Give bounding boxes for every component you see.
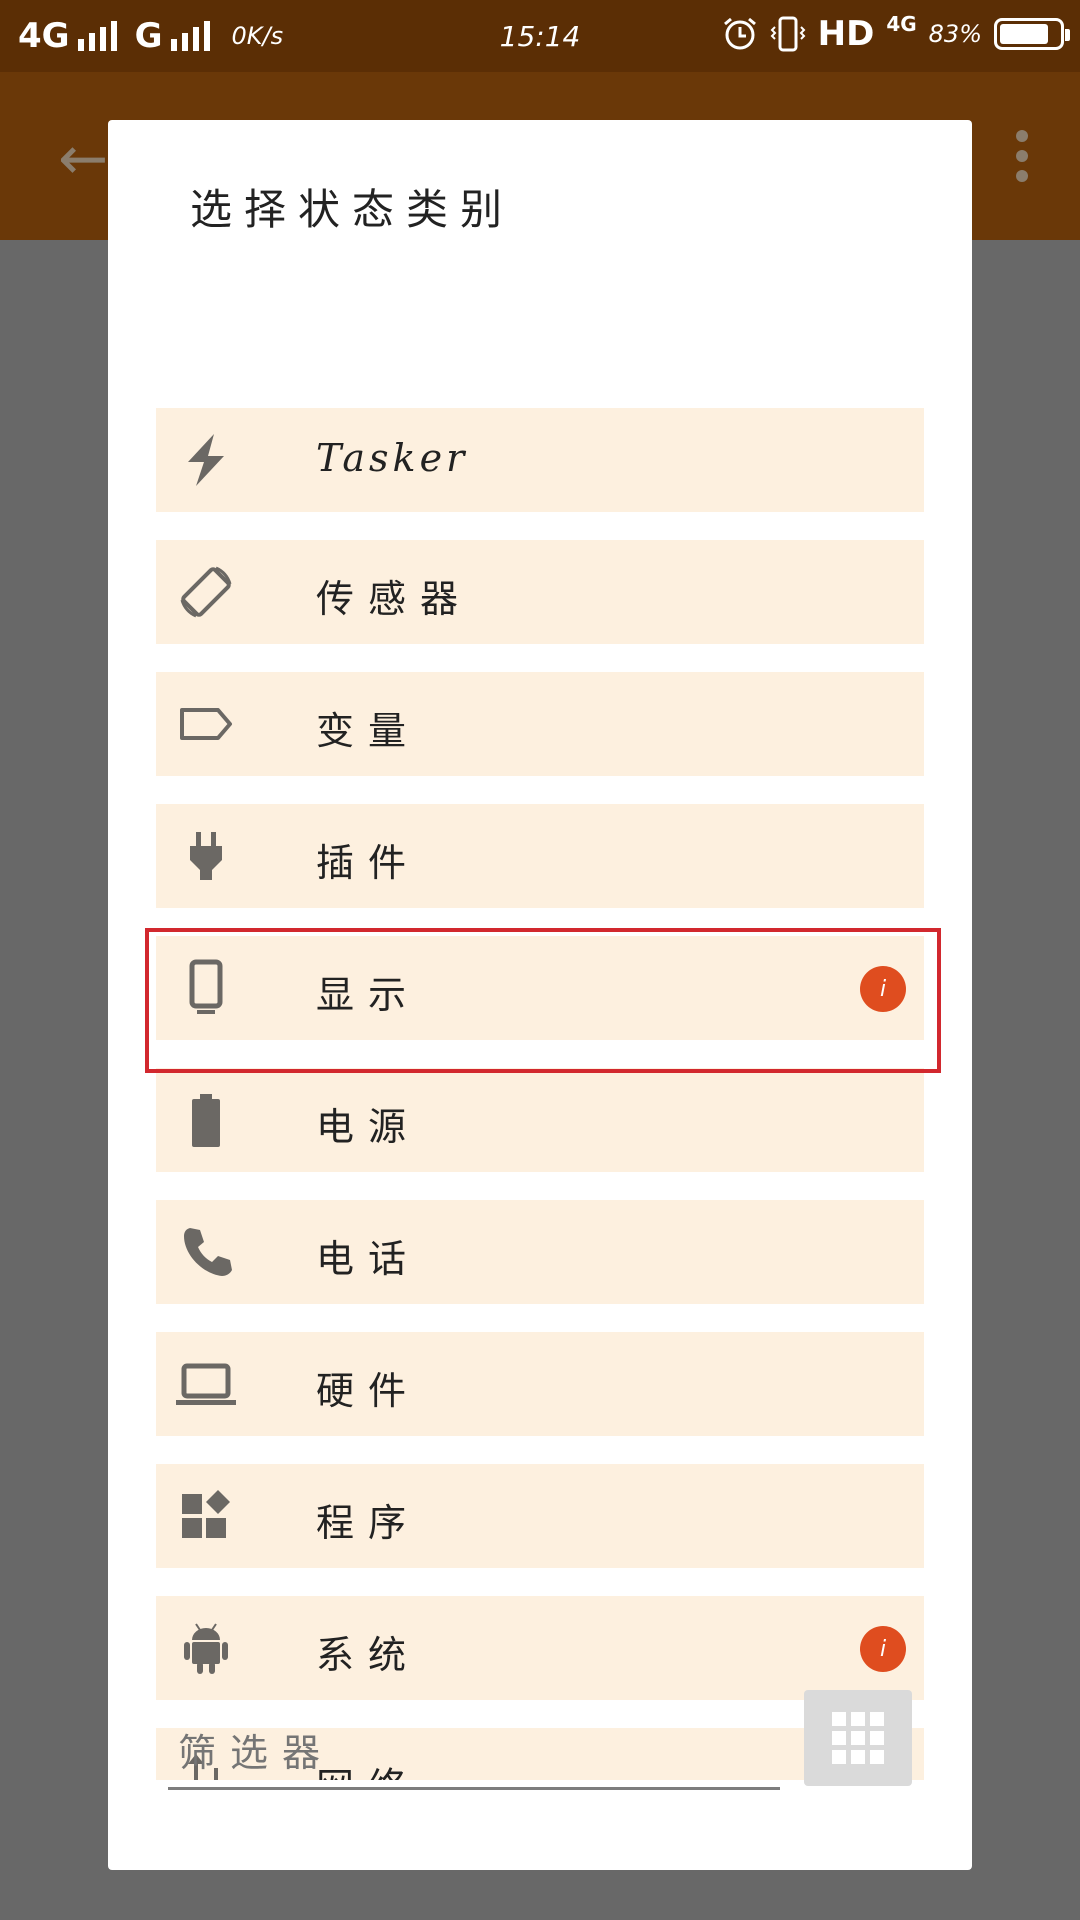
phone-display-icon — [176, 958, 236, 1018]
status-right: HD 4G 83% — [722, 12, 1070, 54]
category-item-tasker[interactable]: Tasker — [156, 408, 924, 512]
category-item-system[interactable]: 系统 i — [156, 1596, 924, 1700]
grid-icon — [832, 1712, 884, 1764]
category-list[interactable]: Tasker 传感器 变量 插件 显示 i 电源 电话 硬件 程序 系统 i — [156, 288, 924, 1780]
category-item-app[interactable]: 程序 — [156, 1464, 924, 1568]
vibrate-icon — [770, 16, 806, 52]
category-label: 电源 — [316, 1105, 421, 1149]
category-label: 插件 — [316, 841, 421, 885]
android-icon — [176, 1618, 236, 1678]
plug-icon — [176, 826, 236, 886]
category-item-power[interactable]: 电源 — [156, 1068, 924, 1172]
category-label: 传感器 — [316, 577, 473, 621]
hd-indicator: HD — [817, 14, 875, 54]
battery-fill — [1000, 24, 1049, 44]
laptop-icon — [176, 1354, 236, 1414]
more-options-icon[interactable] — [1016, 130, 1028, 182]
category-label: 系统 — [316, 1633, 421, 1677]
info-badge[interactable]: i — [860, 966, 906, 1012]
back-arrow-icon[interactable]: ← — [58, 124, 108, 194]
category-label: 程序 — [316, 1501, 421, 1545]
network-type-3: 4G — [886, 12, 917, 36]
filter-input[interactable] — [168, 1718, 780, 1790]
category-label: Tasker — [316, 436, 469, 480]
alarm-icon — [723, 17, 756, 50]
select-state-category-dialog: 选择状态类别 Tasker 传感器 变量 插件 显示 i 电源 电话 硬件 程序… — [108, 120, 972, 1870]
category-item-display[interactable]: 显示 i — [156, 936, 924, 1040]
info-badge[interactable]: i — [860, 1626, 906, 1672]
category-item-sensor[interactable]: 传感器 — [156, 540, 924, 644]
status-bar: 4G G 0K/s 15:14 HD 4G 83% — [0, 0, 1080, 72]
category-label: 显示 — [316, 973, 421, 1017]
category-item-phone[interactable]: 电话 — [156, 1200, 924, 1304]
battery-status-icon — [994, 18, 1070, 50]
battery-icon — [176, 1090, 236, 1150]
lightning-icon — [176, 430, 236, 490]
category-item-hardware[interactable]: 硬件 — [156, 1332, 924, 1436]
label-tag-icon — [176, 694, 236, 754]
category-label: 硬件 — [316, 1369, 421, 1413]
category-item-variable[interactable]: 变量 — [156, 672, 924, 776]
category-item-plugin[interactable]: 插件 — [156, 804, 924, 908]
dialog-title: 选择状态类别 — [190, 185, 515, 234]
grid-view-button[interactable] — [804, 1690, 912, 1786]
battery-percent: 83% — [928, 20, 982, 48]
apps-widgets-icon — [176, 1486, 236, 1546]
category-label: 电话 — [316, 1237, 421, 1281]
screen-rotation-icon — [176, 562, 236, 622]
category-label: 变量 — [316, 709, 421, 753]
phone-icon — [176, 1222, 236, 1282]
